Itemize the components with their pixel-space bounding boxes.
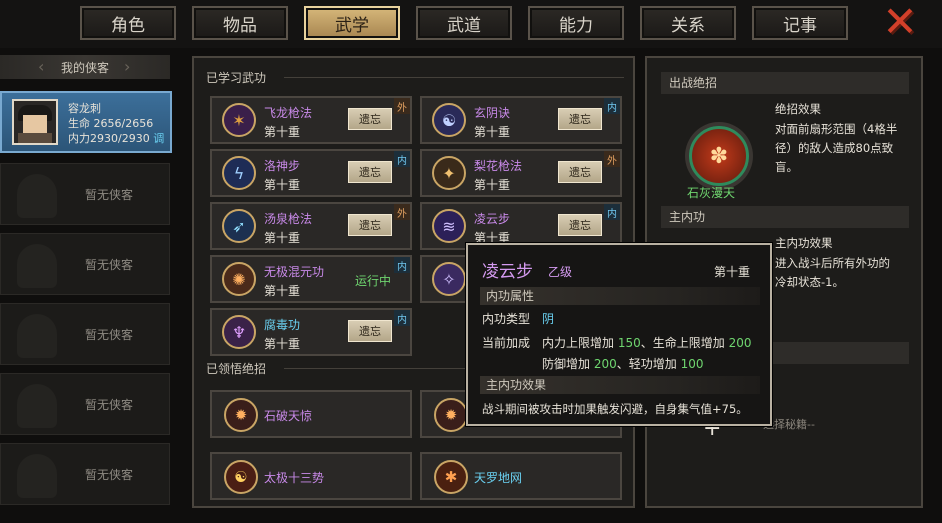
type-label: 内功类型 (482, 312, 531, 326)
internal-tag: 内 (604, 98, 620, 114)
taiji-icon: ☯ (224, 460, 258, 494)
forget-button[interactable]: 遗忘 (558, 161, 602, 183)
lime-dust-icon[interactable]: ✽ (689, 126, 749, 186)
tab-items[interactable]: 物品 (192, 6, 288, 40)
net-icon: ✱ (434, 460, 468, 494)
forget-button[interactable]: 遗忘 (348, 214, 392, 236)
tab-relations[interactable]: 关系 (640, 6, 736, 40)
bonus-line-2: 防御增加 200、轻功增加 100 (542, 357, 704, 371)
attr-header: 内功属性 (480, 287, 760, 305)
inner-header: 主内功 (661, 206, 909, 228)
ultimate-card[interactable]: ✱ 天罗地网 (420, 452, 622, 500)
skill-card[interactable]: ☯ 玄阴诀 第十重 遗忘 内 (420, 96, 622, 144)
type-value: 阴 (542, 312, 555, 326)
bonus-line-1: 内力上限增加 150、生命上限增加 200 (542, 336, 752, 350)
effect-text: 对面前扇形范围（4格半 径）的敌人造成80点致 盲。 (775, 122, 898, 174)
tooltip-grade: 乙级 (548, 265, 573, 279)
close-icon[interactable]: ✕ (880, 1, 920, 43)
hero-slot[interactable]: 容龙刺 生命 2656/2656 内力2930/2930 调 (0, 91, 172, 153)
skill-card[interactable]: ✶ 飞龙枪法 第十重 遗忘 外 (210, 96, 412, 144)
flame-orb-icon: ✺ (222, 262, 256, 296)
external-tag: 外 (394, 98, 410, 114)
avatar (12, 99, 58, 145)
spear-icon: ✶ (222, 103, 256, 137)
spear-icon: ✦ (432, 156, 466, 190)
internal-tag: 内 (604, 204, 620, 220)
tooltip-level: 第十重 (713, 265, 750, 279)
inner-effect-title: 主内功效果 (775, 236, 833, 250)
skill-card[interactable]: ϟ 洛神步 第十重 遗忘 内 (210, 149, 412, 197)
silhouette-icon (17, 174, 57, 218)
forget-button[interactable]: 遗忘 (348, 320, 392, 342)
internal-tag: 内 (394, 151, 410, 167)
hero-name: 容龙刺 (68, 102, 101, 115)
internal-tag: 内 (394, 257, 410, 273)
tab-character[interactable]: 角色 (80, 6, 176, 40)
bonus-label: 当前加成 (482, 336, 531, 350)
skill-tooltip: 凌云步 乙级 第十重 内功属性 内功类型 阴 当前加成 内力上限增加 150、生… (466, 243, 772, 426)
roster-header: ‹ 我的侠客 › (0, 55, 170, 79)
hero-tag: 调 (153, 132, 165, 145)
silhouette-icon (17, 384, 57, 428)
effect-text: 战斗期间被攻击时加果触发闪避，自身集气值+75。 (482, 402, 748, 416)
forget-button[interactable]: 遗忘 (348, 161, 392, 183)
fight-header: 出战绝招 (661, 72, 909, 94)
skill-card[interactable]: ♆ 腐毒功 第十重 遗忘 内 (210, 308, 412, 356)
effect-header: 主内功效果 (480, 376, 760, 394)
running-status: 运行中 (355, 274, 392, 288)
wing-step-icon: ≋ (432, 209, 466, 243)
empty-slot[interactable]: 暂无侠客 (0, 443, 170, 505)
ultimate-card[interactable]: ☯ 太极十三势 (210, 452, 412, 500)
skill-icon: ✧ (432, 262, 466, 296)
tab-abilities[interactable]: 能力 (528, 6, 624, 40)
chevron-left-icon[interactable]: ‹ (38, 57, 44, 76)
empty-slot[interactable]: 暂无侠客 (0, 233, 170, 295)
internal-tag: 内 (394, 310, 410, 326)
ultimates-title: 已领悟绝招 (206, 362, 267, 376)
chevron-right-icon[interactable]: › (124, 57, 130, 76)
skill-card[interactable]: ➶ 汤泉枪法 第十重 遗忘 外 (210, 202, 412, 250)
tab-martial-way[interactable]: 武道 (416, 6, 512, 40)
fight-skill-name: 石灰漫天 (687, 186, 736, 200)
yin-yang-icon: ☯ (432, 103, 466, 137)
spear-icon: ➶ (222, 209, 256, 243)
ultimate-card[interactable]: ✹ 石破天惊 (210, 390, 412, 438)
learned-title: 已学习武功 (206, 71, 267, 85)
forget-button[interactable]: 遗忘 (348, 108, 392, 130)
poison-crystal-icon: ♆ (222, 315, 256, 349)
skill-card[interactable]: ✺ 无极混元功 第十重 运行中 内 (210, 255, 412, 303)
hero-hp: 生命 2656/2656 (68, 117, 154, 130)
empty-slot[interactable]: 暂无侠客 (0, 303, 170, 365)
hero-mp: 内力2930/2930 调 (68, 132, 165, 145)
forget-button[interactable]: 遗忘 (558, 108, 602, 130)
forget-button[interactable]: 遗忘 (558, 214, 602, 236)
silhouette-icon (17, 454, 57, 498)
lightning-step-icon: ϟ (222, 156, 256, 190)
skill-card[interactable]: ✦ 梨花枪法 第十重 遗忘 外 (420, 149, 622, 197)
skill-icon: ✹ (434, 398, 468, 432)
tab-journal[interactable]: 记事 (752, 6, 848, 40)
tooltip-name: 凌云步 (482, 262, 533, 282)
roster-title: 我的侠客 (60, 60, 109, 75)
tab-bar: 角色 物品 武学 武道 能力 关系 记事 ✕ (0, 0, 942, 48)
effect-title: 绝招效果 (775, 102, 821, 116)
burst-icon: ✹ (224, 398, 258, 432)
tab-martial-arts[interactable]: 武学 (304, 6, 400, 40)
empty-slot[interactable]: 暂无侠客 (0, 373, 170, 435)
silhouette-icon (17, 314, 57, 358)
empty-slot[interactable]: 暂无侠客 (0, 163, 170, 225)
inner-effect-text: 进入战斗后所有外功的 冷却状态-1。 (775, 256, 890, 289)
external-tag: 外 (604, 151, 620, 167)
silhouette-icon (17, 244, 57, 288)
external-tag: 外 (394, 204, 410, 220)
